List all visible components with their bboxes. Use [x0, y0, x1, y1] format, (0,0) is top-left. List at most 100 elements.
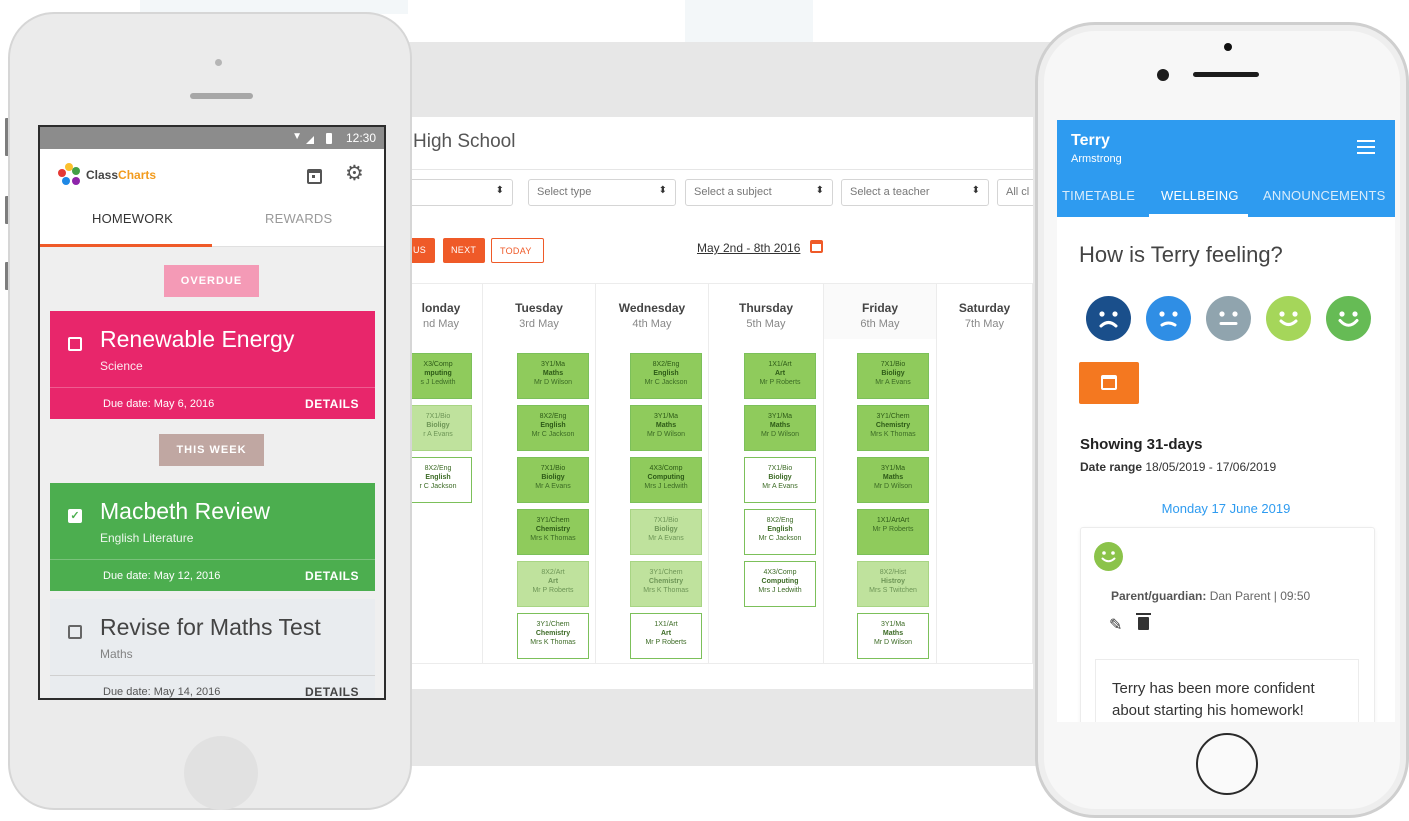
class-select[interactable]: ⬍ [405, 179, 513, 206]
homework-title: Macbeth Review [100, 498, 271, 524]
lesson-block[interactable]: 7X1/Bio Bioligy Mr A Evans [517, 457, 589, 503]
lesson-block[interactable]: 3Y1/Ma Maths Mr D Wilson [857, 613, 929, 659]
lesson-class: 4X3/Comp [763, 569, 797, 576]
lesson-subject: Maths [769, 422, 791, 429]
day-date: 3rd May [519, 318, 559, 330]
lesson-block[interactable]: 8X2/Hist Histroy Mrs S Twitchen [857, 561, 929, 607]
lesson-block[interactable]: 3Y1/Ma Maths Mr D Wilson [744, 405, 816, 451]
today-button[interactable]: TODAY [491, 238, 544, 263]
tab-announcements[interactable]: ANNOUNCEMENTS [1263, 188, 1386, 203]
lesson-block[interactable]: 4X3/Comp Computing Mrs J Ledwith [630, 457, 702, 503]
lesson-subject: Bioligy [881, 370, 905, 377]
grid-line [708, 339, 709, 664]
settings-gear-icon[interactable]: ⚙ [345, 163, 364, 185]
all-classes-select[interactable]: All cl [997, 179, 1033, 206]
details-button[interactable]: DETAILS [305, 569, 359, 583]
lesson-block[interactable]: 1X1/ArtArtMr P Roberts [630, 613, 702, 659]
lesson-block[interactable]: 8X2/Eng English r C Jackson [405, 457, 472, 503]
next-week-button[interactable]: NEXT [443, 238, 485, 263]
homework-card[interactable]: Revise for Maths Test Maths Due date: Ma… [50, 599, 375, 698]
tab-timetable[interactable]: TIMETABLE [1062, 188, 1135, 203]
lesson-teacher: Mr D Wilson [646, 431, 686, 438]
lesson-block[interactable]: 8X2/Eng English Mr C Jackson [517, 405, 589, 451]
day-header: Thursday 5th May [709, 283, 824, 339]
day-date: 7th May [964, 318, 1005, 330]
day-header: londay nd May [405, 283, 483, 339]
day-header: Saturday 7th May [937, 283, 1033, 339]
lesson-block[interactable]: 8X2/Art Art Mr P Roberts [517, 561, 589, 607]
timetable-screen: High School ⬍ Select type ⬍ Select a sub… [405, 117, 1033, 689]
lesson-block[interactable]: 7X1/Bio Bioligy Mr A Evans [857, 353, 929, 399]
date-picker-button[interactable] [1079, 362, 1139, 404]
lesson-block[interactable]: 8X2/Eng English Mr C Jackson [744, 509, 816, 555]
due-date: Due date: May 12, 2016 [103, 570, 221, 582]
tab-wellbeing[interactable]: WELLBEING [1161, 188, 1239, 203]
lesson-block[interactable]: 8X2/Eng English Mr C Jackson [630, 353, 702, 399]
this-week-section-label: THIS WEEK [159, 434, 264, 466]
lesson-block[interactable]: 3Y1/Ma Maths Mr D Wilson [857, 457, 929, 503]
day-name: Tuesday [515, 301, 563, 315]
details-button[interactable]: DETAILS [305, 685, 359, 698]
due-date: Due date: May 6, 2016 [103, 398, 215, 410]
lesson-block[interactable]: 3Y1/Ma Maths Mr D Wilson [630, 405, 702, 451]
homework-card[interactable]: ✓ Macbeth Review English Literature Due … [50, 483, 375, 591]
day-name: Saturday [958, 301, 1011, 315]
lesson-class: 3Y1/Ma [880, 621, 906, 628]
lesson-block[interactable]: 3Y1/Chem Chemistry Mrs K Thomas [857, 405, 929, 451]
homework-subject: Maths [100, 647, 133, 661]
parent-value: Dan Parent | 09:50 [1209, 589, 1311, 603]
lesson-block[interactable]: X3/Comp mputing s J Ledwith [405, 353, 472, 399]
neutral-face-icon[interactable] [1206, 296, 1251, 341]
tab-rewards[interactable]: REWARDS [265, 211, 332, 226]
checkbox-checked[interactable]: ✓ [68, 509, 82, 523]
sad-face-icon[interactable] [1146, 296, 1191, 341]
lesson-class: 3Y1/Chem [876, 413, 910, 420]
lesson-block[interactable]: 3Y1/Chem Chemistry Mrs K Thomas [517, 509, 589, 555]
classcharts-logo: Class Charts [58, 163, 156, 187]
checkbox[interactable] [68, 337, 82, 351]
lesson-block[interactable]: 3Y1/Chem Chemistry Mrs K Thomas [517, 613, 589, 659]
wellbeing-screen: Terry Armstrong TIMETABLE WELLBEING ANNO… [1057, 120, 1395, 722]
tab-homework[interactable]: HOMEWORK [92, 211, 173, 226]
teacher-select[interactable]: Select a teacher ⬍ [841, 179, 989, 206]
day-name: Thursday [738, 301, 793, 315]
card-divider [50, 559, 375, 560]
lesson-class: 8X2/Eng [424, 465, 452, 472]
calendar-icon[interactable] [810, 240, 823, 253]
lesson-class: 1X1/Art [654, 621, 678, 628]
week-range-link[interactable]: May 2nd - 8th 2016 [697, 241, 800, 255]
speaker-grille [1193, 72, 1259, 77]
active-tab-indicator [1149, 214, 1248, 217]
day-name: Wednesday [618, 301, 686, 315]
happy-face-icon [1094, 542, 1123, 571]
lesson-block[interactable]: 7X1/Bio Bioligy Mr A Evans [744, 457, 816, 503]
lesson-subject: Histroy [880, 578, 906, 585]
hamburger-menu-icon[interactable] [1357, 140, 1375, 154]
edit-pencil-icon[interactable]: ✎ [1109, 615, 1122, 635]
lesson-class: 3Y1/Ma [880, 465, 906, 472]
lesson-block[interactable]: 1X1/ArtArtMr P Roberts [857, 509, 929, 555]
details-button[interactable]: DETAILS [305, 397, 359, 411]
lesson-block[interactable]: 7X1/Bio Bioligy Mr A Evans [630, 509, 702, 555]
due-date: Due date: May 14, 2016 [103, 686, 221, 698]
lesson-teacher: Mr P Roberts [645, 639, 687, 646]
calendar-icon[interactable] [307, 169, 322, 184]
type-select[interactable]: Select type ⬍ [528, 179, 676, 206]
lesson-block[interactable]: 3Y1/Ma Maths Mr D Wilson [517, 353, 589, 399]
lesson-block[interactable]: 1X1/ArtArtMr P Roberts [744, 353, 816, 399]
lesson-block[interactable]: 3Y1/Chem Chemistry Mrs K Thomas [630, 561, 702, 607]
checkbox[interactable] [68, 625, 82, 639]
lesson-class: 3Y1/Chem [536, 517, 570, 524]
very-sad-face-icon[interactable] [1086, 296, 1131, 341]
lesson-teacher: Mr D Wilson [533, 379, 573, 386]
happy-face-icon[interactable] [1266, 296, 1311, 341]
chevron-updown-icon: ⬍ [658, 185, 667, 196]
very-happy-face-icon[interactable] [1326, 296, 1371, 341]
lesson-class: 7X1/Bio [767, 465, 793, 472]
subject-select[interactable]: Select a subject ⬍ [685, 179, 833, 206]
lesson-block[interactable]: 7X1/Bio Bioligy r A Evans [405, 405, 472, 451]
lesson-teacher: Mr C Jackson [758, 535, 802, 542]
delete-trash-icon[interactable] [1136, 613, 1151, 630]
lesson-block[interactable]: 4X3/Comp Computing Mrs J Ledwith [744, 561, 816, 607]
homework-card[interactable]: Renewable Energy Science Due date: May 6… [50, 311, 375, 419]
